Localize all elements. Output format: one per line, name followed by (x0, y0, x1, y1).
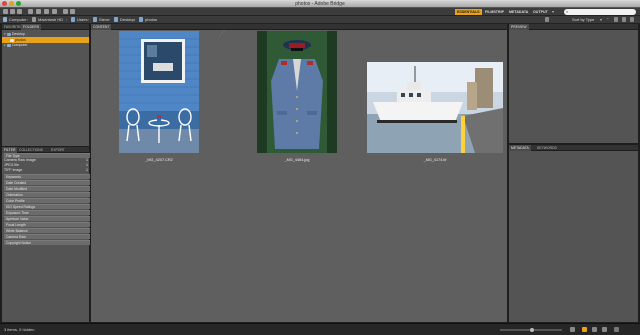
thumbnail-size-slider[interactable] (500, 328, 562, 332)
folder-icon (71, 17, 75, 22)
folder-tree-item-computer[interactable]: ▸ Computer (4, 42, 88, 48)
breadcrumb-users[interactable]: Users (77, 16, 87, 24)
thumbnail-filename: _MG_4174.tif (423, 158, 447, 162)
thumbnail-image[interactable] (119, 31, 199, 153)
window-title: photos - Adobe Bridge (295, 1, 345, 7)
filter-category-keywords[interactable]: Keywords (4, 174, 90, 179)
filter-category-aperture[interactable]: Aperture Value (4, 216, 90, 221)
folder-icon (139, 17, 143, 22)
content-item[interactable]: _MG_4207.CR2 (116, 31, 202, 177)
folder-icon (114, 17, 118, 22)
forward-arrow-icon[interactable] (10, 9, 15, 14)
filter-panel: FILTER COLLECTIONS EXPORT File Type Came… (2, 147, 90, 322)
workspace-output[interactable]: OUTPUT (531, 9, 550, 15)
tab-keywords[interactable]: KEYWORDS (535, 145, 559, 151)
filter-item-label: TIFF image (4, 168, 23, 172)
hard-drive-icon (32, 17, 36, 22)
breadcrumb-separator-icon: › (109, 17, 111, 22)
open-recent-icon[interactable] (614, 17, 618, 22)
tab-preview[interactable]: PREVIEW (509, 24, 529, 30)
filter-category-camera-raw[interactable]: Camera Raw (4, 234, 90, 239)
status-bar: 3 items, 0 hidden (0, 323, 640, 335)
filter-stars-icon[interactable] (545, 17, 549, 22)
panel-resize-grip-icon[interactable]: ⋰ (219, 31, 225, 37)
folders-panel-header: FAVORITES FOLDERS (2, 24, 89, 30)
new-folder-icon[interactable] (622, 17, 626, 22)
folder-icon (6, 32, 11, 36)
home-folder-icon (93, 17, 97, 22)
workspace-menu-chevron-icon[interactable]: ▾ (552, 9, 560, 15)
app-toolbar: ESSENTIALS FILMSTRIP METADATA OUTPUT ▾ ⌕ (0, 8, 640, 16)
computer-icon (3, 17, 7, 22)
breadcrumb-computer[interactable]: Computer (9, 16, 27, 24)
refine-icon[interactable] (44, 9, 49, 14)
breadcrumb-desktop[interactable]: Desktop (120, 16, 135, 24)
folders-panel: FAVORITES FOLDERS ▾ Desktop photos ▸ Com… (2, 24, 89, 146)
search-input[interactable]: ⌕ (564, 9, 636, 15)
boomerang-icon[interactable] (28, 9, 33, 14)
filter-category-color-profile[interactable]: Color Profile (4, 198, 90, 203)
filter-category-date-created[interactable]: Date Created (4, 180, 90, 185)
thumbnail-filename: _MG_4464.jpg (284, 158, 310, 162)
thumbnail-image[interactable] (257, 31, 337, 153)
view-list-icon[interactable] (602, 327, 607, 332)
tab-folders[interactable]: FOLDERS (21, 24, 42, 30)
breadcrumb-macintosh-hd[interactable]: Macintosh HD (38, 16, 63, 24)
breadcrumb-separator-icon: › (66, 17, 68, 22)
delete-icon[interactable] (630, 17, 634, 22)
status-text: 3 items, 0 hidden (4, 327, 35, 332)
content-item[interactable]: _MG_4464.jpg (254, 31, 340, 177)
thumbnail-image[interactable] (367, 62, 503, 153)
workspace-filmstrip[interactable]: FILMSTRIP (483, 9, 506, 15)
filter-category-copyright[interactable]: Copyright Notice (4, 240, 90, 245)
window-titlebar: photos - Adobe Bridge (0, 0, 640, 8)
tab-metadata[interactable]: METADATA (509, 145, 531, 151)
breadcrumb-separator-icon: › (27, 17, 29, 22)
computer-icon (6, 43, 11, 47)
preview-panel-header: PREVIEW (509, 24, 638, 30)
open-in-camera-raw-icon[interactable] (52, 9, 57, 14)
filter-category-date-modified[interactable]: Date Modified (4, 186, 90, 191)
metadata-panel-header: METADATA KEYWORDS (509, 145, 638, 151)
tab-content[interactable]: CONTENT (91, 24, 112, 30)
metadata-panel: METADATA KEYWORDS (509, 145, 638, 322)
recent-folders-icon[interactable] (17, 9, 22, 14)
filter-file-type-item[interactable]: TIFF image 1 (4, 167, 88, 173)
workspace-metadata[interactable]: METADATA (507, 9, 530, 15)
lock-thumbnail-grid-icon[interactable] (570, 327, 575, 332)
disclosure-triangle-icon[interactable]: ▾ (4, 32, 6, 36)
path-bar: Computer › Macintosh HD › Users › Steve … (0, 16, 640, 24)
rotate-right-icon[interactable] (70, 9, 75, 14)
camera-import-icon[interactable] (36, 9, 41, 14)
sort-direction-icon[interactable]: ⌃ (606, 16, 609, 24)
back-arrow-icon[interactable] (3, 9, 8, 14)
workspace-essentials[interactable]: ESSENTIALS (455, 9, 482, 15)
filter-category-focal-length[interactable]: Focal Length (4, 222, 90, 227)
rotate-left-icon[interactable] (63, 9, 68, 14)
breadcrumb-photos[interactable]: photos (145, 16, 157, 24)
preview-panel: PREVIEW (509, 24, 638, 143)
breadcrumb-separator-icon: › (88, 17, 90, 22)
search-icon: ⌕ (566, 9, 569, 14)
slider-handle[interactable] (530, 328, 534, 332)
filter-category-orientation[interactable]: Orientation (4, 192, 90, 197)
view-thumbnails-icon[interactable] (582, 327, 587, 332)
folder-tree-label: Desktop (11, 32, 25, 36)
sort-by-dropdown[interactable]: Sort by Type (572, 16, 594, 24)
filter-item-count: 1 (86, 168, 88, 172)
filter-category-iso-speed[interactable]: ISO Speed Ratings (4, 204, 90, 209)
filter-category-exposure-time[interactable]: Exposure Time (4, 210, 90, 215)
content-panel: CONTENT _MG_4207.CR2 _MG_4464.jpg _MG_41… (91, 24, 507, 322)
content-panel-header: CONTENT (91, 24, 507, 30)
folder-tree-label: Computer (11, 43, 28, 47)
content-item[interactable]: _MG_4174.tif (365, 31, 505, 177)
disclosure-triangle-icon[interactable]: ▸ (4, 43, 6, 47)
view-details-icon[interactable] (592, 327, 597, 332)
breadcrumb-steve[interactable]: Steve (99, 16, 109, 24)
breadcrumb-separator-icon: › (134, 17, 136, 22)
filter-category-white-balance[interactable]: White Balance (4, 228, 90, 233)
sort-chevron-icon[interactable]: ▾ (600, 16, 602, 24)
compact-mode-icon[interactable] (614, 327, 619, 332)
thumbnail-filename: _MG_4207.CR2 (145, 158, 173, 162)
